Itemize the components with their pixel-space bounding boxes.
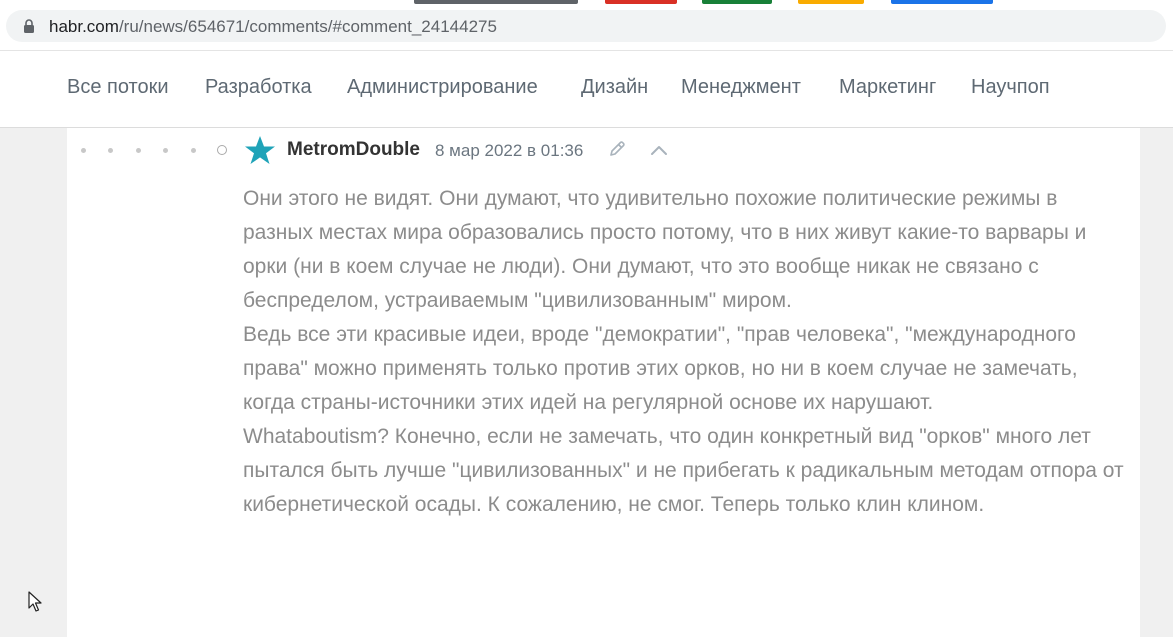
nav-item-management[interactable]: Менеджмент: [681, 76, 801, 99]
site-nav: Все потоки Разработка Администрирование …: [0, 51, 1173, 128]
comment-paragraph: Whataboutism? Конечно, если не замечать,…: [243, 425, 1124, 516]
nav-item-marketing[interactable]: Маркетинг: [839, 76, 936, 99]
mouse-cursor-icon: [28, 591, 42, 612]
nav-item-all-flows[interactable]: Все потоки: [67, 76, 169, 99]
comment-body: Они этого не видят. Они думают, что удив…: [243, 182, 1133, 522]
nav-item-popsci[interactable]: Научпоп: [971, 76, 1050, 99]
thread-level-dot[interactable]: [136, 148, 141, 153]
thread-level-dot[interactable]: [108, 148, 113, 153]
thread-level-dot[interactable]: [191, 148, 196, 153]
url-field[interactable]: habr.com/ru/news/654671/comments/#commen…: [6, 10, 1166, 42]
browser-address-bar: habr.com/ru/news/654671/comments/#commen…: [0, 4, 1173, 51]
nav-item-administration[interactable]: Администрирование: [347, 76, 538, 99]
url-text[interactable]: habr.com/ru/news/654671/comments/#commen…: [49, 17, 497, 37]
pencil-icon[interactable]: [607, 139, 627, 159]
comment-paragraph: Они этого не видят. Они думают, что удив…: [243, 187, 1087, 312]
comment-author[interactable]: MetromDouble: [287, 139, 420, 161]
nav-item-design[interactable]: Дизайн: [581, 76, 648, 99]
star-icon: [245, 136, 275, 164]
comment-timestamp[interactable]: 8 мар 2022 в 01:36: [435, 141, 583, 161]
thread-level-dot[interactable]: [163, 148, 168, 153]
url-host: habr.com: [49, 17, 119, 36]
url-path: /ru/news/654671/comments/#comment_241442…: [118, 17, 497, 36]
comment-paragraph: Ведь все эти красивые идеи, вроде "демок…: [243, 323, 1078, 414]
thread-level-dot[interactable]: [81, 148, 86, 153]
nav-item-development[interactable]: Разработка: [205, 76, 312, 99]
thread-level-current[interactable]: [217, 145, 227, 155]
lock-icon[interactable]: [23, 19, 35, 33]
chevron-up-icon[interactable]: [649, 143, 669, 157]
